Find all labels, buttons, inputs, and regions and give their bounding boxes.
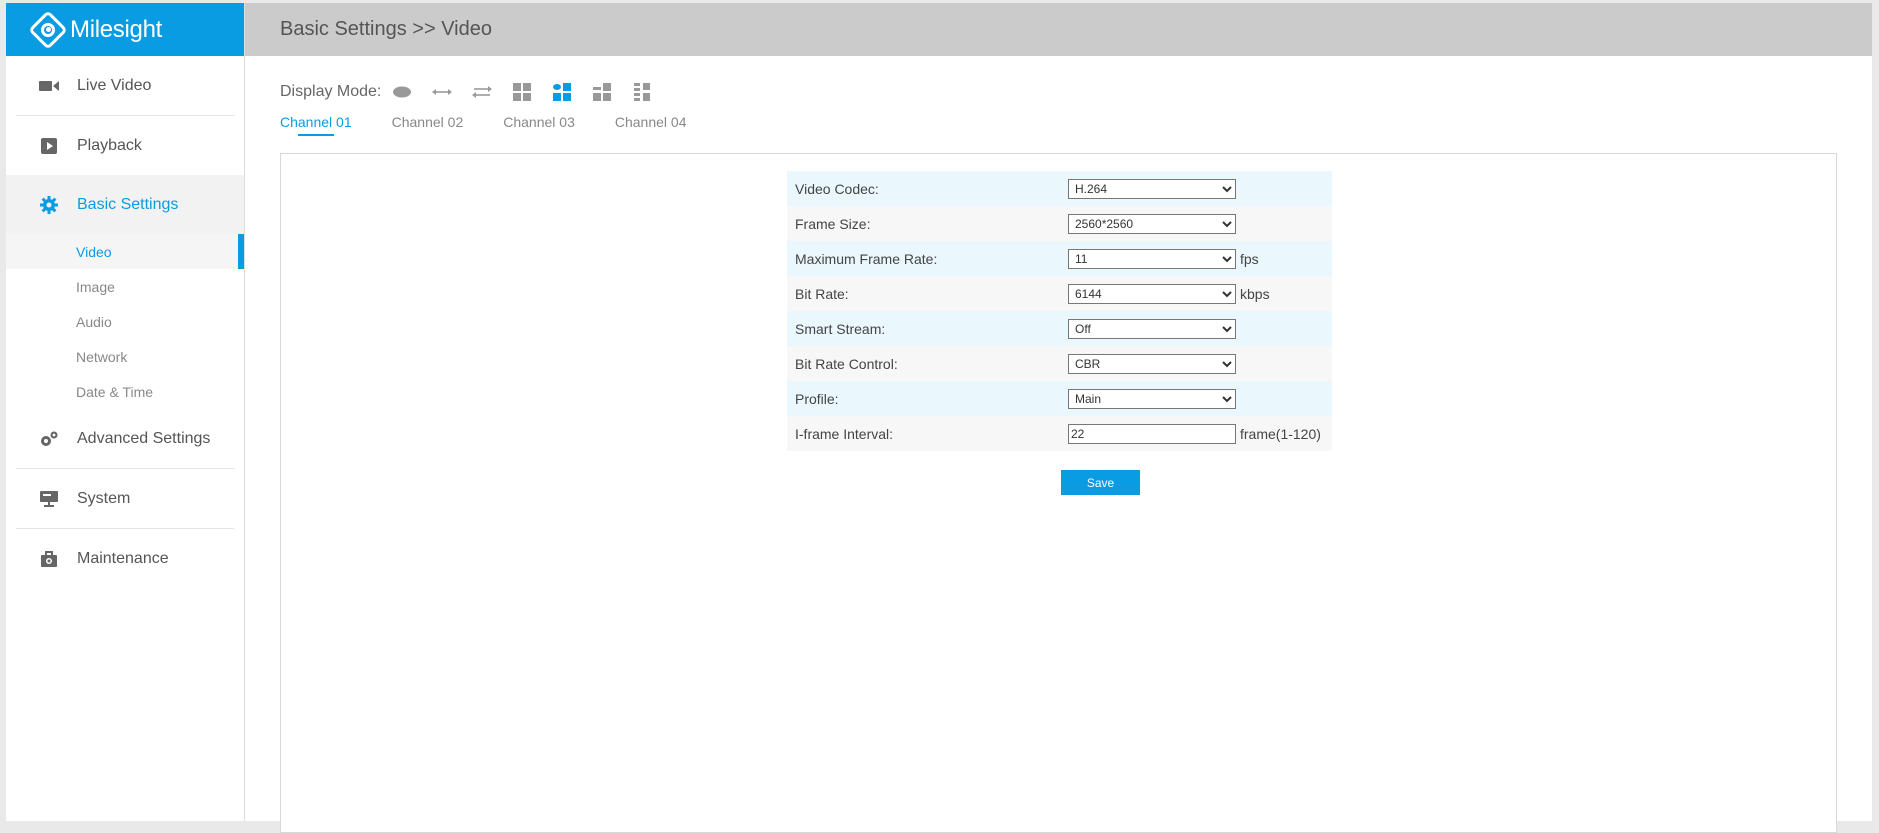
max-frame-rate-label: Maximum Frame Rate: — [795, 250, 938, 267]
sidebar-item-live-video[interactable]: Live Video — [6, 56, 244, 115]
video-settings-panel: Video Codec: H.264 Frame Size: 2560*2560… — [280, 153, 1837, 833]
tab-channel-01[interactable]: Channel 01 — [280, 114, 352, 136]
bit-rate-control-select[interactable]: CBR — [1068, 353, 1236, 374]
display-mode-double-horizontal-icon[interactable] — [471, 81, 493, 103]
video-camera-icon — [39, 76, 59, 96]
play-icon — [39, 136, 59, 156]
sidebar-subitem-image[interactable]: Image — [6, 269, 244, 304]
form-row-iframe-interval: I-frame Interval: frame(1-120) — [787, 416, 1332, 451]
profile-select[interactable]: Main — [1068, 388, 1236, 409]
display-mode-list-icon[interactable] — [631, 81, 653, 103]
channel-tabs: Channel 01 Channel 02 Channel 03 Channel… — [280, 114, 727, 136]
profile-label: Profile: — [795, 390, 839, 407]
sidebar-subitem-date-time[interactable]: Date & Time — [6, 374, 244, 409]
form-row-frame-size: Frame Size: 2560*2560 — [787, 206, 1332, 241]
sidebar-item-system[interactable]: System — [6, 469, 244, 528]
max-frame-rate-select[interactable]: 11 — [1068, 248, 1236, 269]
display-mode-quad-icon[interactable] — [511, 81, 533, 103]
smart-stream-label: Smart Stream: — [795, 320, 886, 337]
display-mode-horizontal-icon[interactable] — [431, 81, 453, 103]
save-button[interactable]: Save — [1061, 470, 1140, 495]
iframe-interval-input[interactable] — [1068, 423, 1236, 444]
display-mode-toolbar: Display Mode: — [280, 81, 671, 103]
logo-bar: Milesight — [6, 3, 244, 56]
breadcrumb: Basic Settings >> Video — [280, 18, 492, 40]
header-bar: Basic Settings >> Video — [245, 3, 1872, 56]
toolbox-icon — [39, 549, 59, 569]
tab-channel-04[interactable]: Channel 04 — [615, 114, 687, 136]
iframe-interval-label: I-frame Interval: — [795, 425, 894, 442]
video-codec-select[interactable]: H.264 — [1068, 178, 1236, 199]
sidebar-item-basic-settings[interactable]: Basic Settings — [6, 175, 244, 234]
monitor-icon — [39, 489, 59, 509]
gears-icon — [39, 429, 59, 449]
sidebar-item-label: Live Video — [77, 76, 152, 94]
sidebar-item-label: Playback — [77, 136, 142, 154]
tab-channel-02[interactable]: Channel 02 — [392, 114, 464, 136]
smart-stream-select[interactable]: Off — [1068, 318, 1236, 339]
tab-channel-03[interactable]: Channel 03 — [503, 114, 575, 136]
bit-rate-select[interactable]: 6144 — [1068, 283, 1236, 304]
form-row-video-codec: Video Codec: H.264 — [787, 171, 1332, 206]
sidebar-subitem-video[interactable]: Video — [6, 234, 244, 269]
form-row-smart-stream: Smart Stream: Off — [787, 311, 1332, 346]
brand-name: Milesight — [70, 15, 162, 43]
bit-rate-control-label: Bit Rate Control: — [795, 355, 898, 372]
video-settings-form: Video Codec: H.264 Frame Size: 2560*2560… — [787, 171, 1332, 451]
gear-icon — [39, 195, 59, 215]
form-row-bit-rate-control: Bit Rate Control: CBR — [787, 346, 1332, 381]
app-frame: Milesight Live Video Playback Basic Sett… — [6, 3, 1872, 833]
frame-range-unit: frame(1-120) — [1240, 425, 1321, 442]
sidebar-item-label: Advanced Settings — [77, 429, 211, 447]
bit-rate-label: Bit Rate: — [795, 285, 849, 302]
sidebar-subitem-audio[interactable]: Audio — [6, 304, 244, 339]
display-mode-single-icon[interactable] — [391, 81, 413, 103]
sidebar-item-label: System — [77, 489, 131, 507]
frame-size-label: Frame Size: — [795, 215, 871, 232]
kbps-unit: kbps — [1240, 285, 1270, 302]
sidebar: Milesight Live Video Playback Basic Sett… — [6, 3, 245, 821]
video-codec-label: Video Codec: — [795, 180, 879, 197]
form-row-max-frame-rate: Maximum Frame Rate: 11 fps — [787, 241, 1332, 276]
sidebar-item-label: Maintenance — [77, 549, 169, 567]
display-mode-label: Display Mode: — [280, 83, 382, 100]
display-mode-panorama-split-icon[interactable] — [591, 81, 613, 103]
main-content: Display Mode: Channel 01 Channel 02 Chan… — [245, 56, 1872, 833]
fps-unit: fps — [1240, 250, 1259, 267]
sidebar-item-maintenance[interactable]: Maintenance — [6, 529, 244, 588]
display-mode-quad-ptz-icon[interactable] — [551, 81, 573, 103]
sidebar-item-playback[interactable]: Playback — [6, 116, 244, 175]
form-row-bit-rate: Bit Rate: 6144 kbps — [787, 276, 1332, 311]
sidebar-subitem-network[interactable]: Network — [6, 339, 244, 374]
form-row-profile: Profile: Main — [787, 381, 1332, 416]
sidebar-item-advanced-settings[interactable]: Advanced Settings — [6, 409, 244, 468]
milesight-logo-icon — [28, 9, 68, 50]
frame-size-select[interactable]: 2560*2560 — [1068, 213, 1236, 234]
sidebar-item-label: Basic Settings — [77, 195, 179, 213]
